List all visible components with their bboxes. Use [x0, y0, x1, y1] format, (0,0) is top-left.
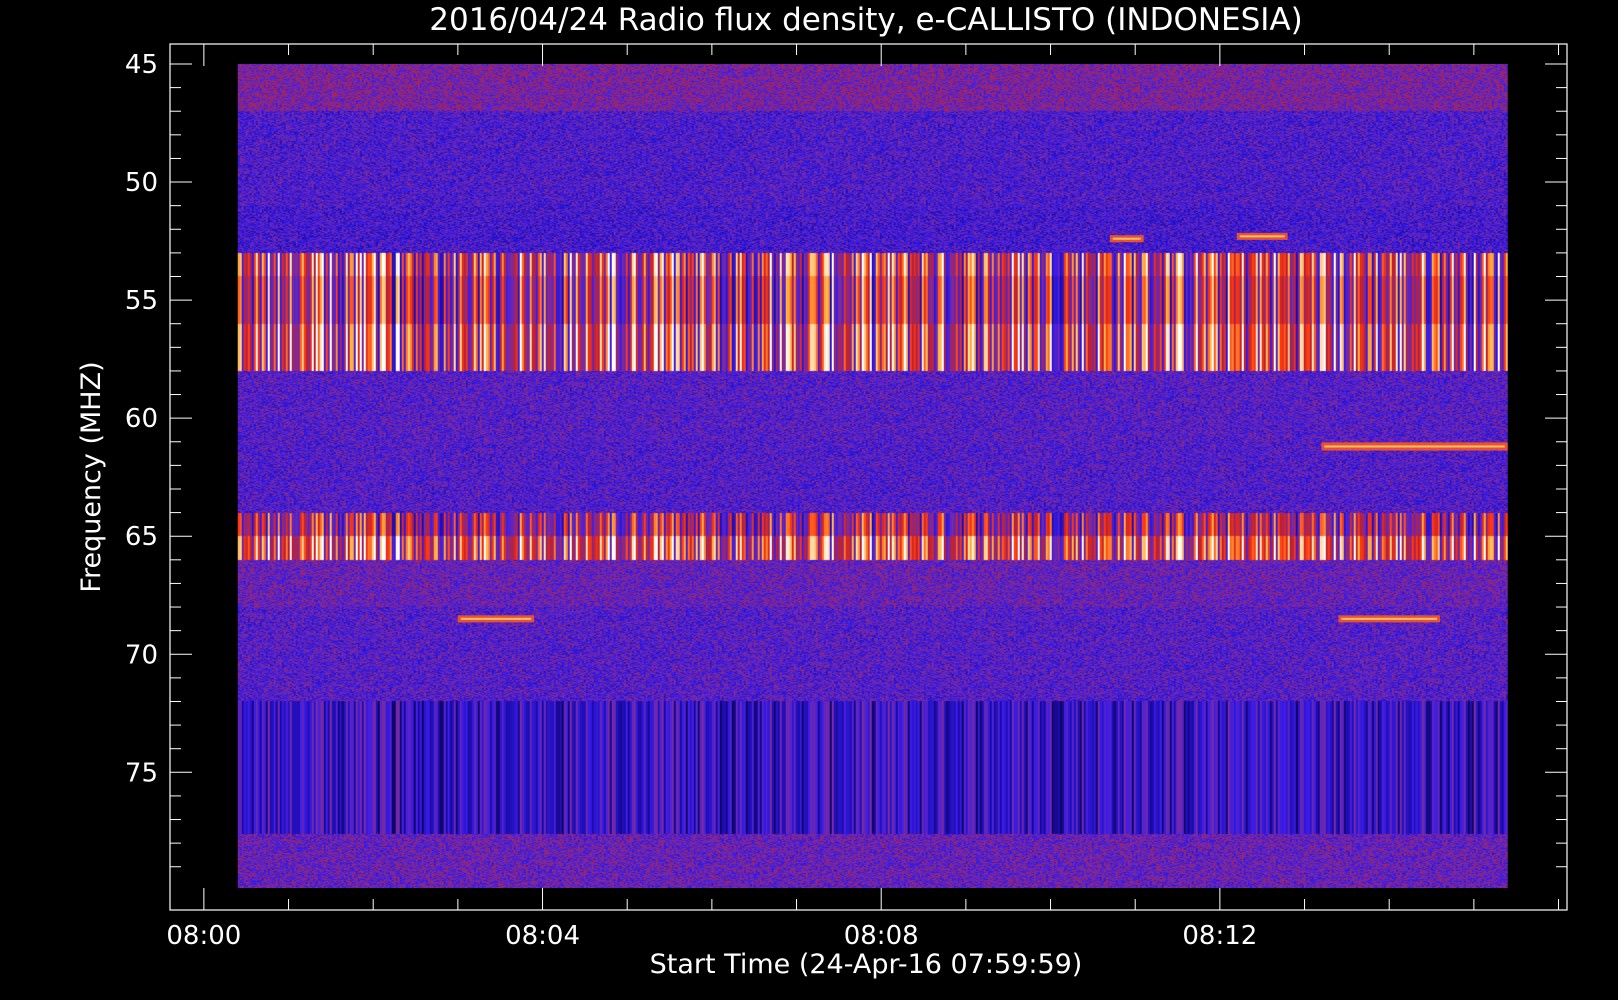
burst-core-3 — [1112, 237, 1141, 240]
burst-core-0 — [460, 617, 532, 620]
radio-spectrogram-chart: 2016/04/24 Radio flux density, e-CALLIST… — [0, 0, 1618, 1000]
y-tick-label: 50 — [125, 168, 158, 198]
y-tick-label: 70 — [125, 640, 158, 670]
burst-core-1 — [1341, 617, 1437, 620]
x-tick-label: 08:00 — [166, 921, 241, 951]
y-tick-label: 55 — [125, 286, 158, 316]
x-tick-label: 08:12 — [1182, 921, 1257, 951]
y-tick-label: 75 — [125, 758, 158, 788]
x-tick-label: 08:08 — [844, 921, 919, 951]
spectrogram-image — [237, 64, 1508, 888]
y-tick-label: 60 — [125, 404, 158, 434]
y-tick-label: 45 — [125, 50, 158, 80]
chart-title: 2016/04/24 Radio flux density, e-CALLIST… — [429, 2, 1303, 38]
burst-core-2 — [1324, 445, 1505, 448]
x-tick-label: 08:04 — [505, 921, 580, 951]
y-axis-title: Frequency (MHZ) — [76, 361, 107, 592]
y-tick-label: 65 — [125, 522, 158, 552]
burst-core-4 — [1239, 235, 1285, 238]
spectrogram-heatmap — [237, 64, 1508, 888]
x-axis-title: Start Time (24-Apr-16 07:59:59) — [650, 949, 1083, 980]
